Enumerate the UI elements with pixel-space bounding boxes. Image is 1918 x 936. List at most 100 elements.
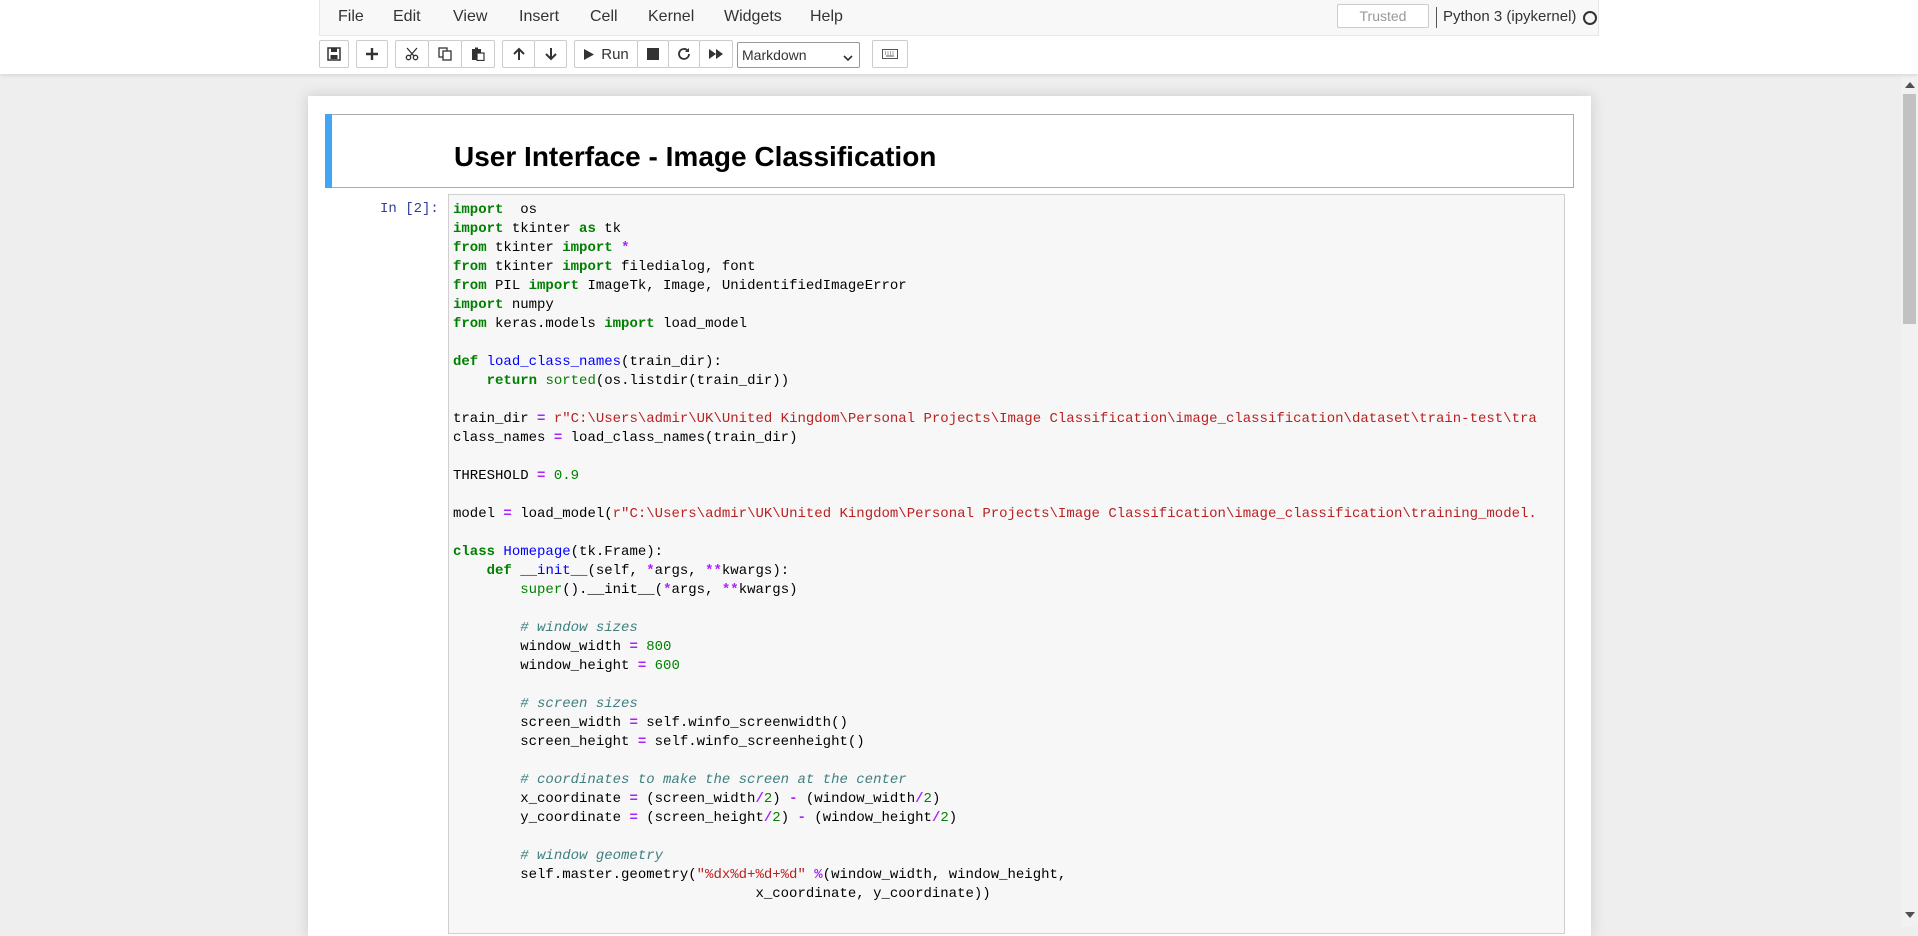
code-token: 600: [654, 658, 680, 674]
code-token: =: [503, 506, 512, 522]
code-token: # window sizes: [520, 620, 638, 636]
code-token: as: [579, 221, 596, 237]
cut-button[interactable]: [395, 40, 429, 68]
menu-cell[interactable]: Cell: [590, 8, 618, 26]
code-token: args,: [654, 563, 706, 579]
code-token: (train_dir):: [621, 354, 722, 370]
code-token: screen_height: [453, 734, 638, 750]
code-token: Homepage: [503, 544, 571, 560]
menu-widgets[interactable]: Widgets: [724, 8, 782, 26]
code-token: tkinter: [486, 240, 563, 256]
menu-file[interactable]: File: [338, 8, 364, 26]
code-line: from PIL import ImageTk, Image, Unidenti…: [453, 277, 907, 296]
code-token: # coordinates to make the screen at the …: [520, 772, 907, 788]
page-scrollbar[interactable]: [1901, 74, 1918, 927]
code-token: 800: [646, 639, 672, 655]
menu-help[interactable]: Help: [810, 8, 843, 26]
keyboard-icon: [882, 49, 898, 59]
code-token: from: [453, 240, 487, 256]
code-token: y_coordinate: [453, 810, 630, 826]
code-line: y_coordinate = (screen_height/2) - (wind…: [453, 809, 957, 828]
markdown-cell[interactable]: User Interface - Image Classification: [325, 114, 1574, 188]
menu-kernel[interactable]: Kernel: [648, 8, 694, 26]
cell-type-select[interactable]: Markdown: [737, 42, 860, 68]
code-token: 2: [940, 810, 949, 826]
code-line: return sorted(os.listdir(train_dir)): [453, 372, 789, 391]
code-cell-editor[interactable]: import os import tkinter as tk from tkinte…: [448, 194, 1565, 934]
code-line: screen_width = self.winfo_screenwidth(): [453, 714, 848, 733]
copy-button[interactable]: [428, 40, 462, 68]
menu-view[interactable]: View: [453, 8, 487, 26]
code-token: load_class_names: [486, 354, 622, 370]
code-line: from keras.models import load_model: [453, 315, 747, 334]
code-line: # screen sizes: [453, 695, 638, 714]
code-token: kwargs):: [721, 563, 790, 579]
code-line: import tkinter as tk: [453, 220, 621, 239]
code-token: (window_height: [805, 810, 932, 826]
menu-insert[interactable]: Insert: [519, 8, 559, 26]
menu-edit[interactable]: Edit: [393, 8, 421, 26]
code-token: from: [453, 278, 487, 294]
selected-cell-indicator: [325, 114, 332, 188]
code-token: class: [453, 544, 496, 560]
code-line: def __init__(self, *args, **kwargs):: [453, 562, 790, 581]
code-token: class_names: [453, 430, 554, 446]
trusted-indicator[interactable]: Trusted: [1337, 4, 1429, 28]
code-token: return: [486, 373, 538, 389]
code-token: sorted: [545, 373, 596, 389]
code-line: model = load_model(r"C:\Users\admir\UK\U…: [453, 505, 1537, 524]
code-token: (window_width: [797, 791, 916, 807]
code-token: tkinter: [503, 221, 580, 237]
code-token: *: [646, 563, 655, 579]
restart-kernel-button[interactable]: [668, 40, 700, 68]
code-line: THRESHOLD = 0.9: [453, 467, 579, 486]
code-token: from: [453, 259, 487, 275]
code-token: tk: [595, 221, 622, 237]
run-label: Run: [601, 45, 629, 63]
code-line: x_coordinate, y_coordinate)): [453, 885, 990, 904]
code-token: **: [705, 563, 722, 579]
code-token: ): [948, 810, 958, 826]
code-token: ImageTk, Image, UnidentifiedImageError: [579, 278, 907, 294]
code-line: super().__init__(*args, **kwargs): [453, 581, 798, 600]
code-token: self.winfo_screenheight(): [646, 734, 865, 750]
code-token: ): [772, 791, 790, 807]
code-token: __init__: [520, 563, 588, 579]
paste-button[interactable]: [461, 40, 495, 68]
code-token: keras.models: [486, 316, 605, 332]
scroll-up-arrow-icon[interactable]: [1905, 82, 1915, 88]
save-button[interactable]: [319, 40, 349, 68]
command-palette-button[interactable]: [872, 40, 908, 68]
scrollbar-thumb[interactable]: [1903, 94, 1916, 324]
move-up-button[interactable]: [502, 40, 535, 68]
code-token: def: [453, 354, 479, 370]
scroll-down-arrow-icon[interactable]: [1905, 912, 1915, 918]
restart-run-all-button[interactable]: [699, 40, 733, 68]
move-down-button[interactable]: [534, 40, 567, 68]
code-token: =: [629, 810, 638, 826]
insert-cell-button[interactable]: [356, 40, 388, 68]
code-token: self.winfo_screenwidth(): [637, 715, 848, 731]
code-line: from tkinter import *: [453, 239, 629, 258]
code-token: model: [453, 506, 504, 522]
code-token: 0.9: [553, 468, 580, 484]
kernel-name[interactable]: Python 3 (ipykernel): [1443, 8, 1576, 25]
run-button[interactable]: Run: [574, 40, 638, 68]
notebook-header: File Edit View Insert Cell Kernel Widget…: [0, 0, 1918, 74]
code-token: import: [453, 297, 504, 313]
interrupt-kernel-button[interactable]: [637, 40, 669, 68]
arrow-down-icon: [544, 47, 558, 61]
code-token: load_model(: [511, 506, 613, 522]
code-line: self.master.geometry("%dx%d+%d+%d" %(win…: [453, 866, 1066, 885]
code-token: kwargs): [738, 582, 798, 598]
code-token: # screen sizes: [520, 696, 638, 712]
code-line: # coordinates to make the screen at the …: [453, 771, 907, 790]
